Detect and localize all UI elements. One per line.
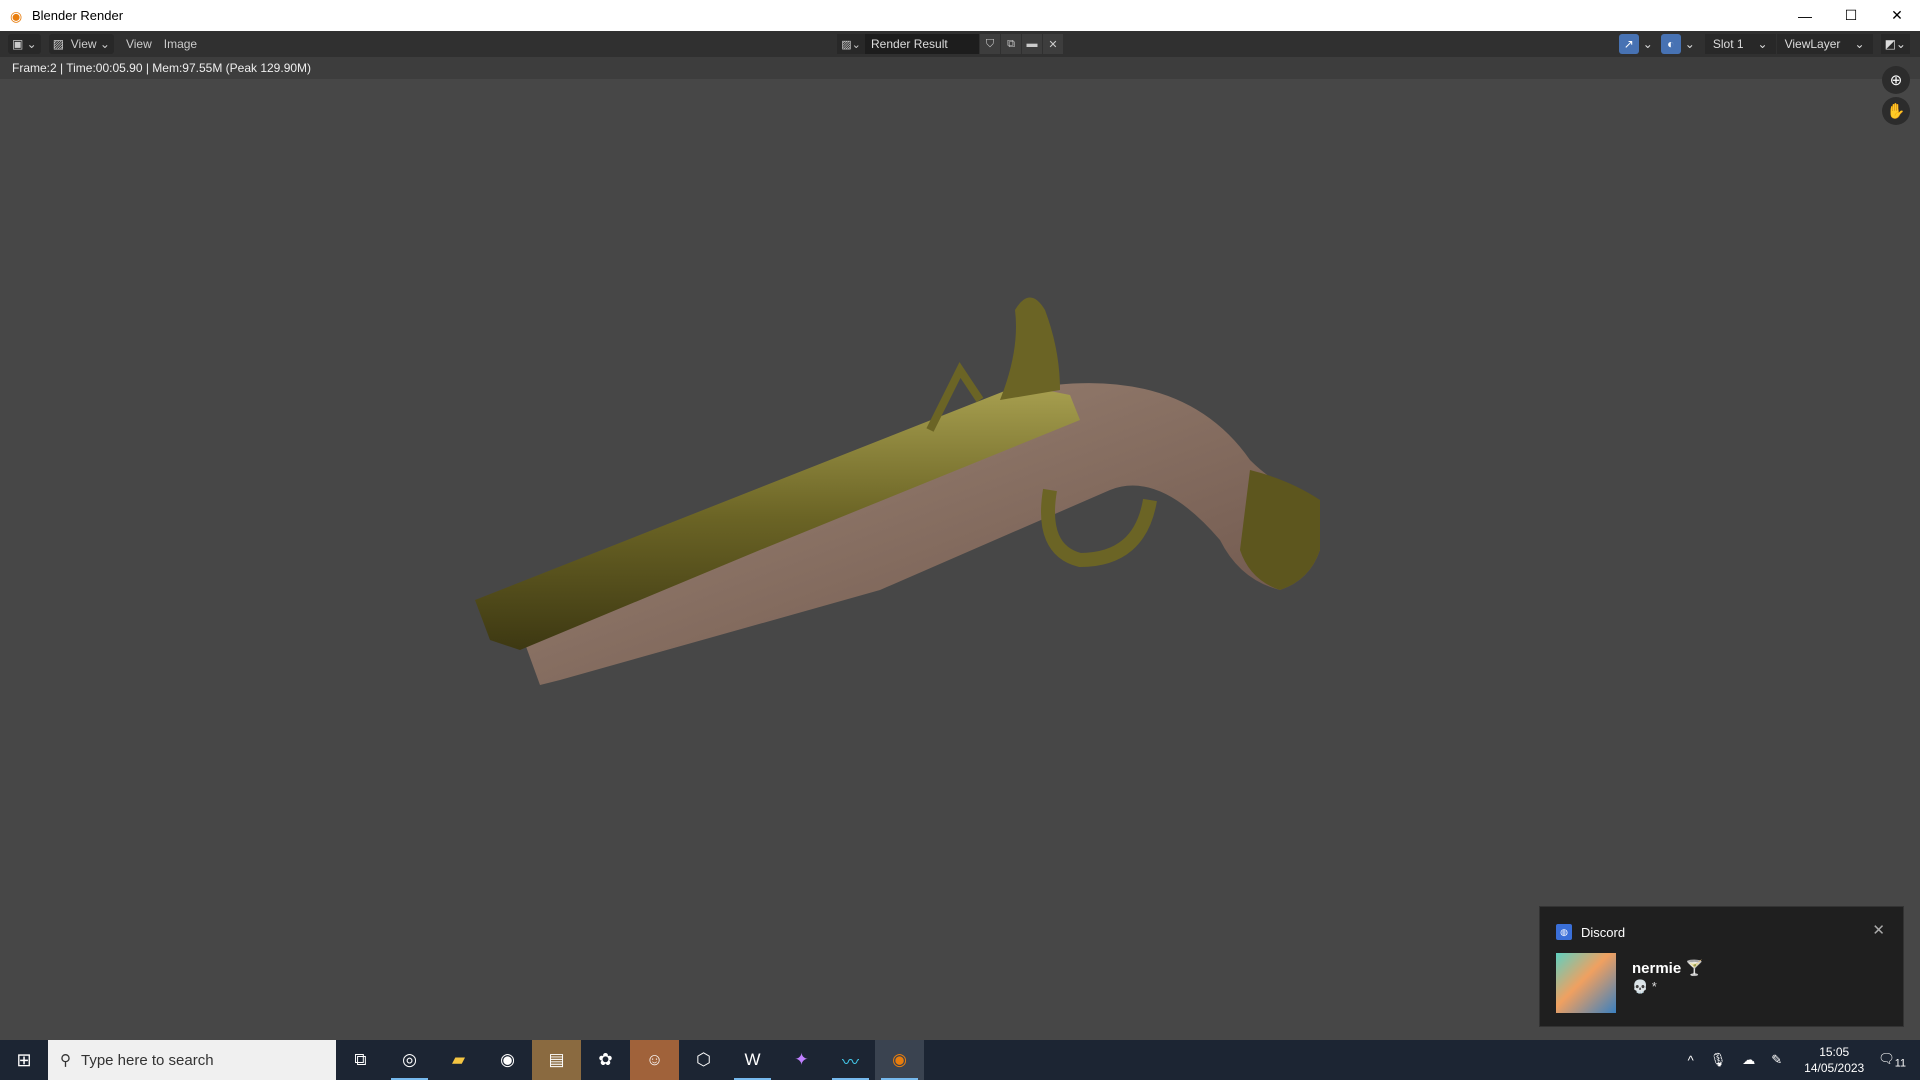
zoom-icon[interactable]: ⊕: [1882, 66, 1910, 94]
chrome-icon[interactable]: ◎: [385, 1040, 434, 1080]
render-image-pistol: [475, 297, 1320, 685]
image-icon: ▨: [52, 37, 65, 51]
sample-tool-icon[interactable]: ↗: [1618, 34, 1639, 54]
discord-icon[interactable]: ☺: [630, 1040, 679, 1080]
clock-date: 14/05/2023: [1804, 1061, 1865, 1075]
pen-icon[interactable]: ✎: [1771, 1052, 1782, 1068]
chevron-down-icon[interactable]: ⌄: [1685, 37, 1695, 51]
fake-user-shield-icon[interactable]: ⛉: [980, 34, 1000, 54]
system-tray: ^ 🎙 ☁ ✎ 15:05 14/05/2023 🗨11: [1680, 1040, 1920, 1080]
open-image-folder-icon[interactable]: ▬: [1022, 34, 1042, 54]
maximize-button[interactable]: ☐: [1828, 0, 1874, 31]
view-mode-dropdown[interactable]: ▨ View ⌄: [48, 34, 114, 54]
clock-time: 15:05: [1819, 1045, 1850, 1059]
microphone-icon[interactable]: 🎙: [1710, 1052, 1727, 1068]
unity-icon[interactable]: ⬡: [679, 1040, 728, 1080]
davinci-resolve-icon[interactable]: ✿: [581, 1040, 630, 1080]
blender-logo-icon: ◉: [10, 7, 23, 24]
tray-chevron-up-icon[interactable]: ^: [1688, 1053, 1694, 1068]
file-explorer-icon[interactable]: ▰: [434, 1040, 483, 1080]
display-channels-icon[interactable]: ◐: [1660, 34, 1681, 54]
image-name-field[interactable]: Render Result: [865, 34, 979, 54]
toast-close-icon[interactable]: ✕: [1872, 921, 1885, 939]
user-avatar: [1556, 953, 1616, 1013]
action-center-icon[interactable]: 🗨11: [1878, 1051, 1906, 1070]
title-bar: ◉ Blender Render — ☐ ✕: [0, 0, 1920, 31]
blender-taskbar-icon[interactable]: ◉: [875, 1040, 924, 1080]
display-mode-icon[interactable]: ◩⌄: [1880, 34, 1910, 54]
taskbar: ⊞ ⚲ Type here to search ⧉ ◎ ▰ ◉ ▤ ✿ ☺ ⬡ W…: [0, 1040, 1920, 1080]
discord-notification[interactable]: ◍ Discord ✕ nermie 🍸 💀 *: [1539, 906, 1904, 1027]
search-icon: ⚲: [60, 1052, 71, 1069]
app-icon-purple[interactable]: ✦: [777, 1040, 826, 1080]
onedrive-icon[interactable]: ☁: [1742, 1052, 1755, 1068]
image-selector: ▨⌄ Render Result ⛉ ⧉ ▬ ✕: [836, 34, 1063, 54]
toast-username: nermie 🍸: [1632, 960, 1705, 977]
minimize-button[interactable]: —: [1782, 0, 1828, 31]
discord-logo-icon: ◍: [1556, 924, 1572, 940]
window-title: Blender Render: [32, 8, 124, 23]
browse-image-button[interactable]: ▨⌄: [837, 34, 865, 54]
view-mode-label: View: [70, 37, 97, 51]
menu-image[interactable]: Image: [164, 37, 197, 51]
notification-count: 11: [1894, 1057, 1906, 1070]
steam-icon[interactable]: ◉: [483, 1040, 532, 1080]
view-layer-label: ViewLayer: [1784, 37, 1841, 51]
slot-label: Slot 1: [1712, 37, 1744, 51]
view-layer-dropdown[interactable]: ViewLayer ⌄: [1776, 34, 1873, 54]
app-icon[interactable]: ▤: [532, 1040, 581, 1080]
task-view-icon[interactable]: ⧉: [336, 1040, 385, 1080]
render-stats: Frame:2 | Time:00:05.90 | Mem:97.55M (Pe…: [0, 57, 1920, 79]
windows-start-icon[interactable]: ⊞: [0, 1040, 48, 1080]
image-editor-icon: ▣: [12, 37, 24, 51]
editor-type-button[interactable]: ▣ ⌄: [8, 34, 41, 54]
pan-hand-icon[interactable]: ✋: [1882, 97, 1910, 125]
search-placeholder: Type here to search: [81, 1051, 214, 1069]
taskbar-search[interactable]: ⚲ Type here to search: [48, 1040, 336, 1080]
toast-app-name: Discord: [1581, 924, 1626, 940]
slot-dropdown[interactable]: Slot 1 ⌄: [1704, 34, 1776, 54]
new-image-icon[interactable]: ⧉: [1001, 34, 1021, 54]
toast-message: 💀 *: [1632, 979, 1657, 994]
close-button[interactable]: ✕: [1874, 0, 1920, 31]
header-right-controls: ↗ ⌄ ◐ ⌄ Slot 1 ⌄ ViewLayer ⌄ ◩⌄: [1618, 34, 1910, 54]
chevron-down-icon[interactable]: ⌄: [1643, 37, 1653, 51]
menu-view[interactable]: View: [126, 37, 152, 51]
wordpad-icon[interactable]: W: [728, 1040, 777, 1080]
app-icon-wave[interactable]: 〰: [826, 1040, 875, 1080]
pistol-hammer: [1000, 297, 1060, 400]
clock[interactable]: 15:05 14/05/2023: [1804, 1044, 1864, 1076]
unlink-image-icon[interactable]: ✕: [1043, 34, 1063, 54]
